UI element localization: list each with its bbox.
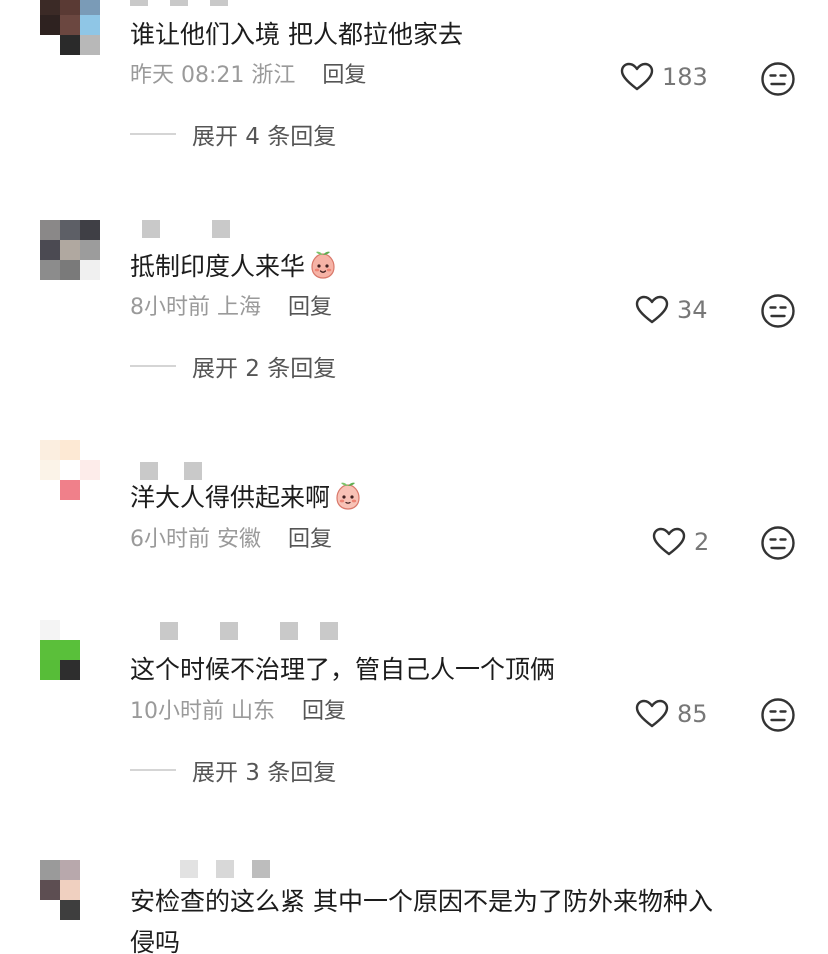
heart-outline-icon [652, 527, 686, 556]
avatar[interactable] [40, 0, 100, 55]
comment-location: 山东 [231, 699, 276, 724]
expand-replies-button[interactable]: 展开 2 条回复 [130, 349, 336, 383]
comment-location: 上海 [217, 295, 262, 320]
like-button[interactable]: 34 [635, 295, 708, 325]
comment-time: 10小时前 [130, 699, 224, 724]
comment-meta: 10小时前 山东 回复 [130, 697, 346, 727]
comment-text-content: 抵制印度人来华 [130, 252, 306, 281]
comment-time: 6小时前 [130, 527, 210, 552]
comment-meta: 8小时前 上海 回复 [130, 293, 332, 323]
neutral-face-icon[interactable] [760, 697, 796, 733]
reply-button[interactable]: 回复 [322, 63, 366, 88]
username[interactable] [130, 0, 228, 8]
heart-outline-icon [620, 62, 654, 91]
like-button[interactable]: 85 [635, 699, 708, 729]
like-count: 34 [677, 296, 708, 324]
comment-text: 抵制印度人来华 [130, 248, 339, 286]
comment-text: 安检查的这么紧 其中一个原因不是为了防外来物种入 [130, 887, 713, 916]
peach-face-emoji [311, 251, 335, 279]
comment-location: 浙江 [251, 63, 296, 88]
expand-replies-label: 展开 3 条回复 [192, 760, 337, 786]
expand-replies-label: 展开 4 条回复 [192, 124, 337, 150]
comment-text: 这个时候不治理了，管自己人一个顶俩 [130, 655, 556, 684]
divider-line [130, 365, 176, 367]
avatar[interactable] [40, 220, 100, 280]
like-button[interactable]: 2 [652, 527, 709, 557]
neutral-face-icon[interactable] [760, 293, 796, 329]
expand-replies-label: 展开 2 条回复 [192, 356, 337, 382]
reply-button[interactable]: 回复 [288, 527, 332, 552]
heart-outline-icon [635, 295, 669, 324]
comment-meta: 6小时前 安徽 回复 [130, 525, 332, 555]
heart-outline-icon [635, 699, 669, 728]
avatar[interactable] [40, 860, 100, 920]
reply-button[interactable]: 回复 [288, 295, 332, 320]
like-count: 183 [662, 63, 708, 91]
comment-time: 昨天 08:21 [130, 63, 245, 88]
avatar[interactable] [40, 620, 100, 680]
username[interactable] [130, 220, 230, 240]
like-button[interactable]: 183 [620, 62, 708, 92]
peach-face-emoji [336, 482, 360, 510]
divider-line [130, 769, 176, 771]
comment-location: 安徽 [217, 527, 262, 552]
like-count: 85 [677, 700, 708, 728]
avatar[interactable] [40, 440, 100, 500]
comment-text: 洋大人得供起来啊 [130, 479, 364, 517]
comment-text-content: 洋大人得供起来啊 [130, 483, 331, 512]
username[interactable] [130, 622, 338, 642]
like-count: 2 [694, 528, 710, 556]
comment-time: 8小时前 [130, 295, 210, 320]
neutral-face-icon[interactable] [760, 61, 796, 97]
comment-text-continued: 侵吗 [130, 928, 181, 954]
comment-text: 谁让他们入境 把人都拉他家去 [130, 20, 463, 49]
comment-meta: 昨天 08:21 浙江 回复 [130, 61, 366, 91]
divider-line [130, 133, 176, 135]
reply-button[interactable]: 回复 [302, 699, 346, 724]
expand-replies-button[interactable]: 展开 3 条回复 [130, 753, 336, 787]
expand-replies-button[interactable]: 展开 4 条回复 [130, 117, 336, 151]
username[interactable] [130, 860, 270, 880]
neutral-face-icon[interactable] [760, 525, 796, 561]
